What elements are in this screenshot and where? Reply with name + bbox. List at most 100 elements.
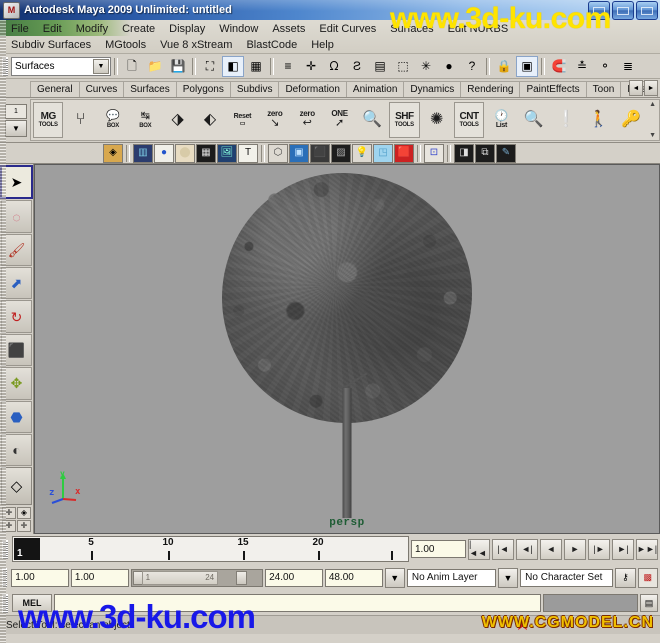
step-forward-key-button[interactable]: ►| [612,538,634,560]
quick-layout-single-perspective[interactable]: ◇ [1,467,32,505]
new-scene-icon[interactable]: 🗋 [121,56,143,77]
snap-to-view-planes-icon[interactable]: ≣ [617,56,639,77]
select-by-object-type-icon[interactable]: ◧ [222,55,244,77]
paint-select-tool[interactable]: 🖌 [1,233,32,267]
quick-layout-cell-3[interactable]: ✛ [2,519,16,532]
play-forwards-button[interactable]: ► [564,538,586,560]
isolate-select-icon[interactable]: ⊡ [424,143,444,163]
smooth-shade-box-icon[interactable]: ▣ [289,143,309,163]
circle-fill-icon[interactable]: ⬤ [175,143,195,163]
shelf-item-surface-gear[interactable]: ⬗ [162,102,193,138]
nurbs-surfaces-filter-icon[interactable]: Ƨ [346,56,368,77]
shelf-item-one[interactable]: ONE ➚ [324,102,355,138]
sphere-render-icon[interactable]: ● [154,143,174,163]
chevron-down-icon[interactable]: ▼ [93,58,109,74]
step-back-key-button[interactable]: |◄ [492,538,514,560]
minimize-button[interactable] [588,1,610,20]
menu-blastcode[interactable]: BlastCode [239,38,304,52]
shelf-scroll-down-icon[interactable]: ▼ [649,132,656,139]
range-bar[interactable]: 1 24 [130,568,264,587]
shelf-tab-painteffects[interactable]: PaintEffects [519,81,587,97]
mel-label[interactable]: MEL [12,594,52,612]
command-line-drag-handle[interactable] [2,593,8,613]
menu-vue-xstream[interactable]: Vue 8 xStream [153,38,239,52]
shelf-item-cnt-tools[interactable]: CNT TOOLS [453,102,485,138]
particles-filter-icon[interactable]: ✳ [415,56,437,77]
shelf-tab-dynamics[interactable]: Dynamics [403,81,462,97]
shelf-item-box-stretch[interactable]: ↹ BOX [130,102,161,138]
layer-editor-icon[interactable]: ◈ [103,143,123,163]
shelf-tab-polygons[interactable]: Polygons [175,81,231,97]
nurbs-curves-filter-icon[interactable]: ᘯ [323,56,345,77]
maximize-button[interactable] [612,1,634,20]
animation-preferences-icon[interactable]: ▩ [637,567,658,588]
command-input[interactable] [54,594,541,612]
shelf-tab-general[interactable]: General [30,81,80,97]
select-by-hierarchy-icon[interactable]: ⛶ [199,56,221,77]
range-options-chevron-down-icon[interactable]: ▼ [384,567,405,588]
shelf-item-zero-b[interactable]: zero ↩ [292,102,323,138]
anim-layer-chevron-down-icon[interactable]: ▼ [497,567,519,588]
close-button[interactable] [636,1,658,20]
shelf-tab-scroll-left-icon[interactable]: ◄ [629,80,643,96]
deformers-filter-icon[interactable]: ● [438,56,460,77]
shelf-item-reset[interactable]: Reset ▭ [227,102,258,138]
menu-help[interactable]: Help [304,38,341,52]
soft-modification-tool[interactable]: ⬣ [1,400,32,433]
playback-end-time-field[interactable]: 24.00 [265,568,323,587]
move-tool[interactable]: ⬈ [1,267,32,300]
highlight-selection-mode-icon[interactable]: ≡ [277,56,299,77]
shelf-tab-rendering[interactable]: Rendering [460,81,521,97]
anim-end-time-field[interactable]: 48.00 [324,568,383,587]
text-icon[interactable]: T [238,143,258,163]
select-tool[interactable]: ➤ [0,165,33,200]
shadow-box-icon[interactable]: ◳ [373,143,393,163]
menu-window[interactable]: Window [212,22,265,36]
show-manipulator-tool[interactable]: ◐ [1,433,32,467]
menu-edit[interactable]: Edit [36,22,69,36]
xray-box-icon[interactable]: ◨ [454,143,474,163]
quick-layout-cell-2[interactable]: ◈ [17,506,31,519]
universal-manipulator[interactable]: ✥ [1,367,32,400]
shelf-tab-animation[interactable]: Animation [345,81,405,97]
shelf-item-zero-a[interactable]: zero ↘ [259,102,290,138]
film-icon[interactable]: ▥ [133,143,153,163]
shelf-item-mg-rig-tool[interactable]: ⑂ [65,102,96,138]
shelf-item-info[interactable]: ❕ [551,102,582,138]
snap-to-points-icon[interactable]: ⚬ [594,56,616,77]
polygons-filter-icon[interactable]: ▤ [369,56,391,77]
menu-edit-nurbs[interactable]: Edit NURBS [441,22,516,36]
select-handles-icon[interactable]: ✛ [300,56,322,77]
key-icon[interactable]: ⚷ [615,567,636,588]
menu-subdiv-surfaces[interactable]: Subdiv Surfaces [4,38,98,52]
range-slider-drag-handle[interactable] [2,568,8,587]
menu-mgtools[interactable]: MGtools [98,38,153,52]
current-frame-marker[interactable]: 1 [14,538,40,560]
go-to-start-button[interactable]: |◄◄ [468,538,490,560]
shelf-item-mg-tools[interactable]: MG TOOLS [33,102,64,138]
menu-file[interactable]: File [4,22,36,36]
shelf-tab-toon[interactable]: Toon [585,81,622,97]
subdiv-surfaces-filter-icon[interactable]: ⬚ [392,56,414,77]
shelf-item-magnify[interactable]: 🔍 [356,102,388,138]
anim-start-time-field[interactable]: 1.00 [11,568,69,587]
go-to-end-button[interactable]: ►►| [636,538,658,560]
shelf-item-surface-plus[interactable]: ⬖ [194,102,226,138]
shelf-item-shf-tools[interactable]: SHF TOOLS [389,102,420,138]
time-slider-drag-handle[interactable] [2,539,8,559]
save-scene-icon[interactable]: 💾 [167,56,189,77]
shelf-scroll-up-icon[interactable]: ▲ [649,101,656,108]
shelf-item-box-speech[interactable]: 💬 BOX [97,102,129,138]
grid-icon[interactable]: ▦ [196,143,216,163]
time-slider[interactable]: 1 5 10 15 20 [12,536,409,562]
wireframe-box-icon[interactable]: ⬡ [268,143,288,163]
script-editor-icon[interactable]: ▤ [640,594,658,612]
snap-to-grids-icon[interactable]: 🧲 [548,56,570,77]
step-back-frame-button[interactable]: ◄| [516,538,538,560]
lock-icon[interactable]: 🔒 [493,56,515,77]
red-box-icon[interactable]: 🟥 [394,143,414,163]
image-plane-icon[interactable]: 🖼 [217,143,237,163]
range-bar-right-grip[interactable] [235,570,247,585]
snap-to-curves-icon[interactable]: ≛ [571,56,593,77]
texture-box-icon[interactable]: ▨ [331,143,351,163]
